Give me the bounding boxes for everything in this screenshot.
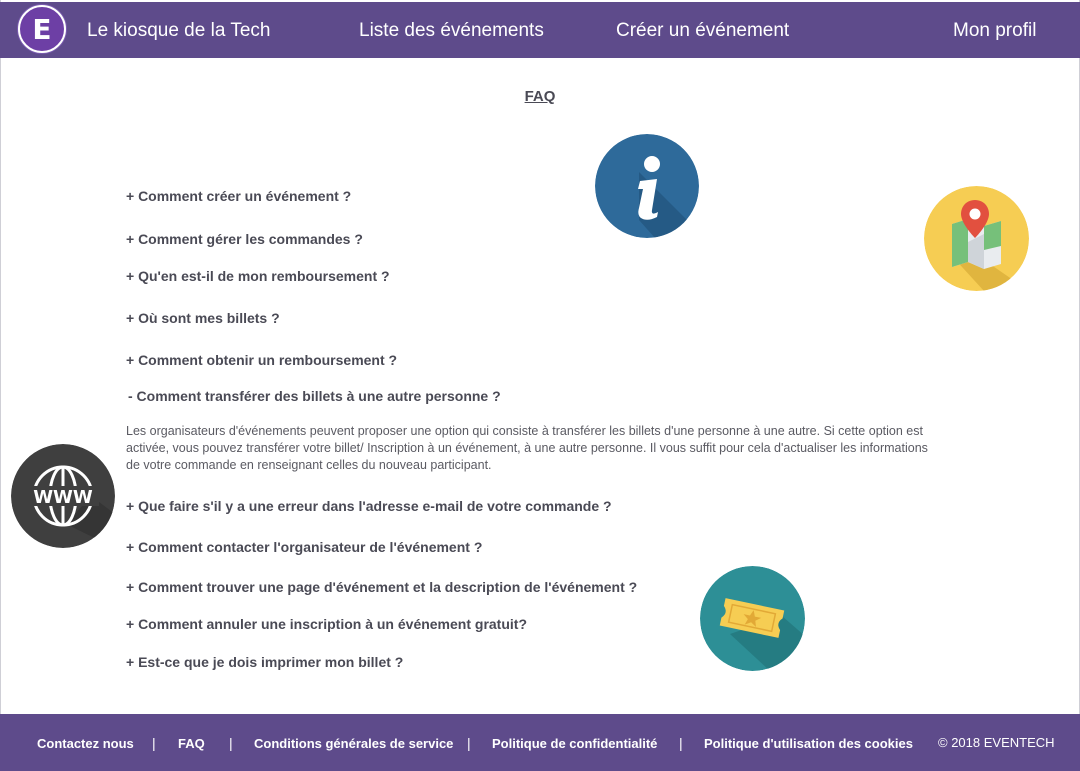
faq-question[interactable]: + Comment annuler une inscription à un é… bbox=[126, 616, 527, 632]
footer-separator: | bbox=[229, 735, 233, 751]
top-navbar: E Le kiosque de la Tech Liste des événem… bbox=[0, 2, 1080, 58]
faq-question[interactable]: + Qu'en est-il de mon remboursement ? bbox=[126, 268, 390, 284]
footer-privacy-link[interactable]: Politique de confidentialité bbox=[492, 736, 657, 751]
logo-letter: E bbox=[32, 12, 52, 46]
footer-cookies-link[interactable]: Politique d'utilisation des cookies bbox=[704, 736, 913, 751]
svg-text:WWW: WWW bbox=[33, 487, 93, 508]
faq-question[interactable]: + Comment contacter l'organisateur de l'… bbox=[126, 539, 482, 555]
footer-terms-link[interactable]: Conditions générales de service bbox=[254, 736, 453, 751]
footer-copyright: © 2018 EVENTECH bbox=[938, 735, 1055, 750]
ticket-icon bbox=[700, 566, 805, 671]
faq-question[interactable]: + Où sont mes billets ? bbox=[126, 310, 280, 326]
brand-link[interactable]: Le kiosque de la Tech bbox=[87, 20, 270, 42]
faq-question[interactable]: + Que faire s'il y a une erreur dans l'a… bbox=[126, 498, 612, 514]
footer-separator: | bbox=[467, 735, 471, 751]
logo[interactable]: E bbox=[18, 5, 66, 53]
page-title[interactable]: FAQ bbox=[0, 88, 1080, 105]
nav-my-profile[interactable]: Mon profil bbox=[953, 20, 1036, 42]
faq-question[interactable]: + Comment trouver une page d'événement e… bbox=[126, 579, 637, 595]
footer-separator: | bbox=[679, 735, 683, 751]
footer-faq-link[interactable]: FAQ bbox=[178, 736, 205, 751]
nav-event-list[interactable]: Liste des événements bbox=[359, 20, 544, 42]
nav-create-event[interactable]: Créer un événement bbox=[616, 20, 789, 42]
faq-question[interactable]: + Comment créer un événement ? bbox=[126, 188, 351, 204]
faq-question[interactable]: + Est-ce que je dois imprimer mon billet… bbox=[126, 654, 403, 670]
map-pin-icon bbox=[924, 186, 1029, 291]
footer-separator: | bbox=[152, 735, 156, 751]
info-icon bbox=[595, 134, 699, 238]
www-globe-icon: WWW bbox=[11, 444, 115, 548]
faq-answer: Les organisateurs d'événements peuvent p… bbox=[126, 424, 928, 472]
faq-question[interactable]: + Comment obtenir un remboursement ? bbox=[126, 352, 397, 368]
footer-contact-link[interactable]: Contactez nous bbox=[37, 736, 134, 751]
faq-question-expanded[interactable]: - Comment transférer des billets à une a… bbox=[128, 388, 501, 404]
footer: Contactez nous | FAQ | Conditions généra… bbox=[0, 714, 1080, 771]
faq-question[interactable]: + Comment gérer les commandes ? bbox=[126, 231, 363, 247]
